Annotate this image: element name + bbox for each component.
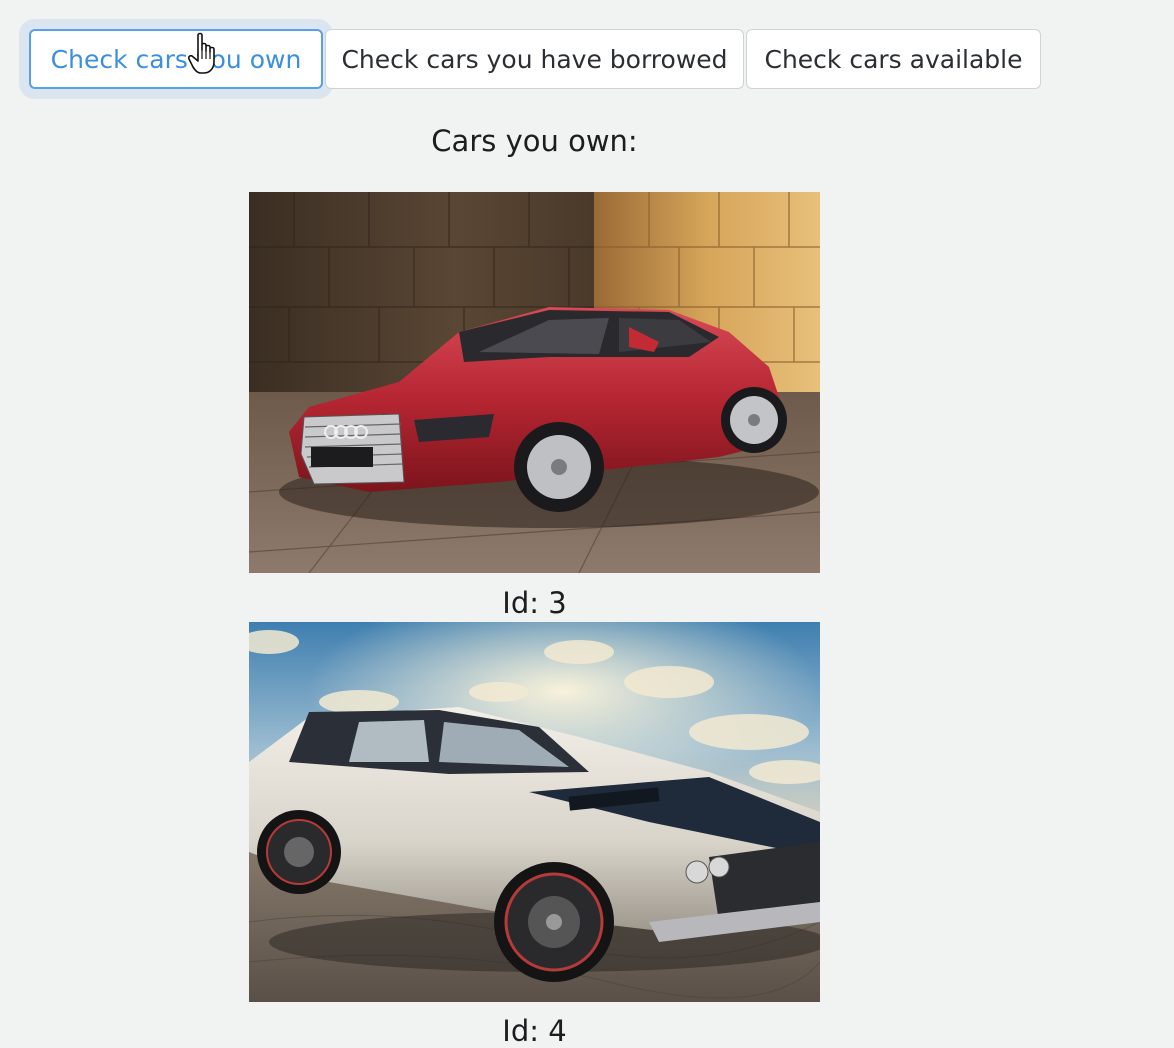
- car-image-muscle-car: [249, 622, 820, 1002]
- car-id-label: Id: 3: [502, 586, 567, 620]
- tab-cars-available[interactable]: Check cars available: [746, 29, 1041, 89]
- tab-cars-you-own[interactable]: Check cars you own: [29, 29, 323, 89]
- car-id-label: Id: 4: [502, 1014, 567, 1048]
- tab-bar: Check cars you own Check cars you have b…: [29, 29, 1041, 89]
- tab-cars-borrowed[interactable]: Check cars you have borrowed: [325, 29, 744, 89]
- car-image-red-sedan: [249, 192, 820, 573]
- section-heading: Cars you own:: [431, 124, 638, 158]
- hand-cursor-icon: [188, 32, 215, 74]
